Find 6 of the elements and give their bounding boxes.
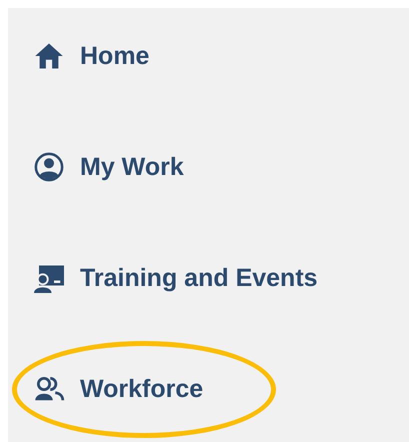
sidebar-item[interactable]: Home [80, 42, 150, 70]
sidebar-item[interactable]: Workforce [80, 374, 204, 404]
user-icon [32, 152, 66, 182]
sidebar-item[interactable]: My Work [80, 152, 184, 182]
presentation-icon [32, 263, 66, 293]
sidebar-item[interactable]: Training and Events [80, 264, 318, 292]
